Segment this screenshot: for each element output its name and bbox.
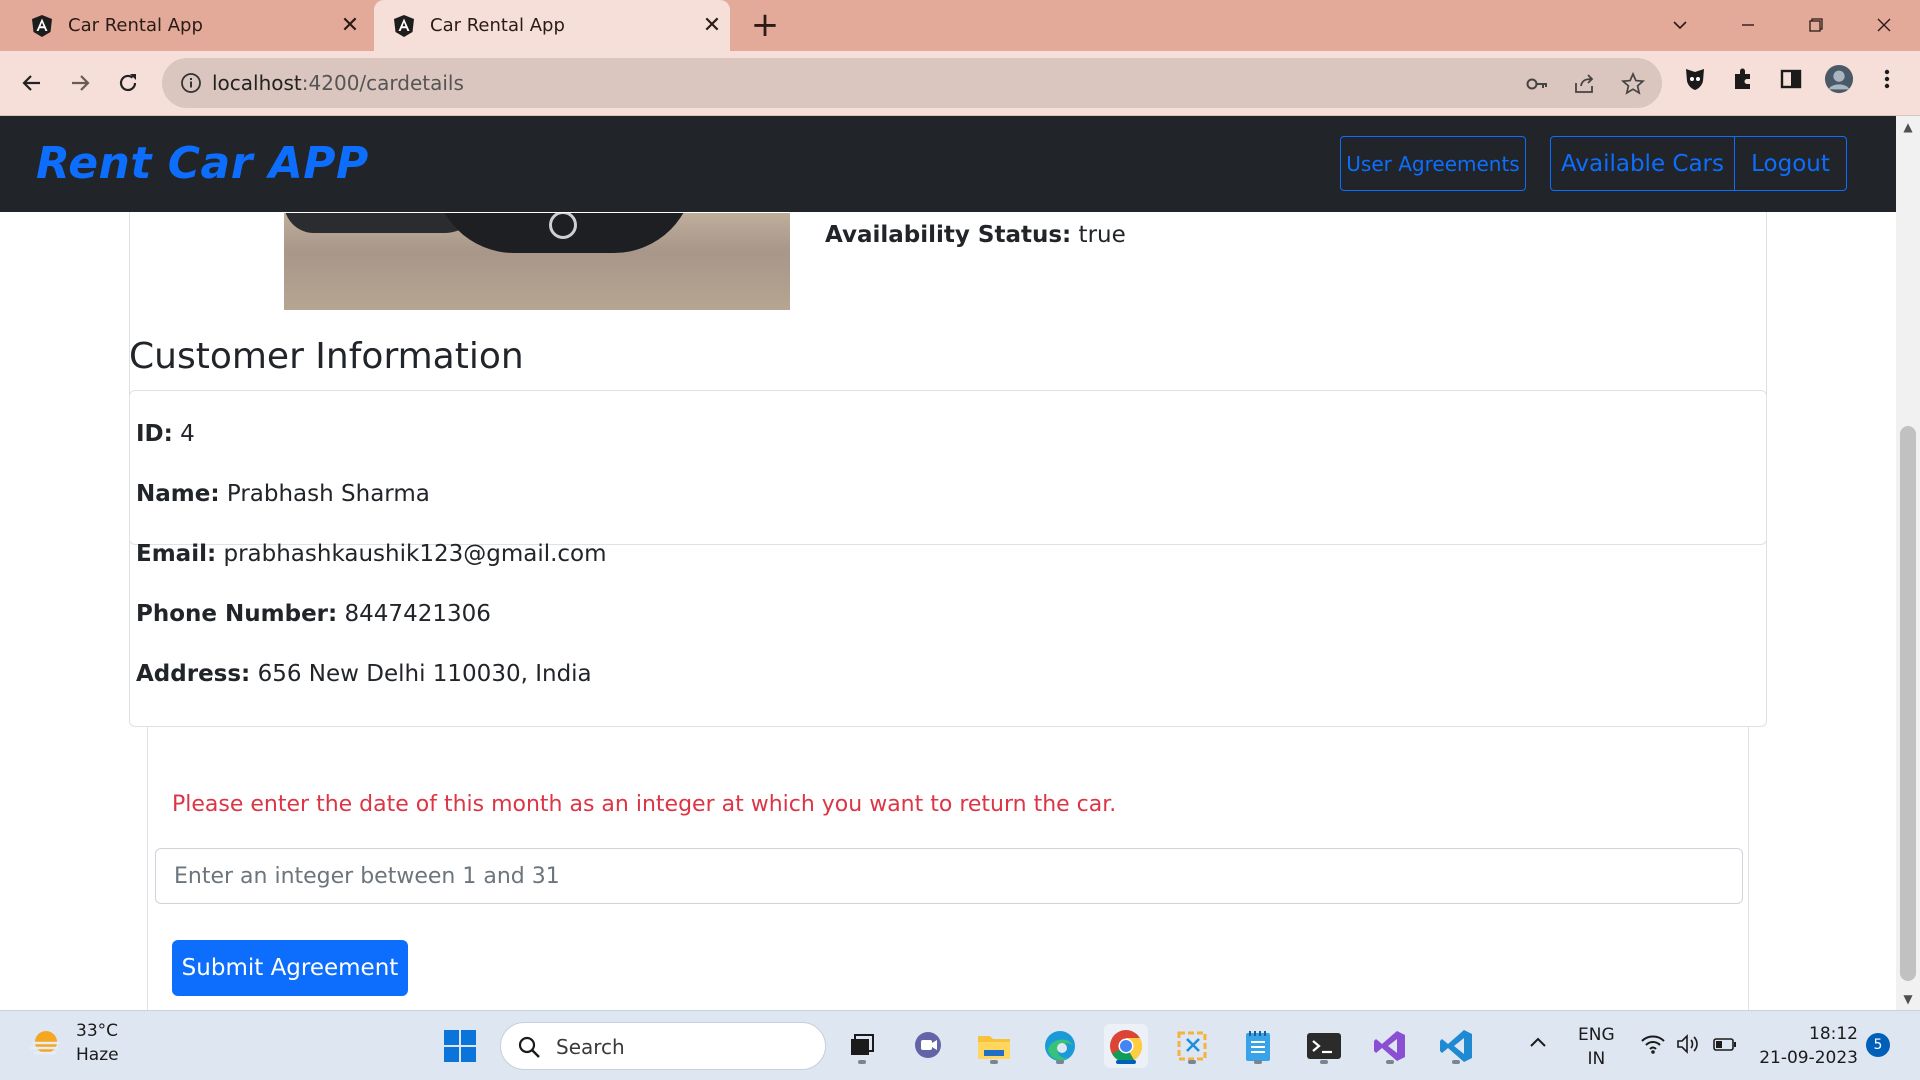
- language-indicator[interactable]: ENG IN: [1578, 1023, 1615, 1071]
- search-label: Search: [556, 1035, 625, 1059]
- task-view-icon[interactable]: [840, 1024, 884, 1068]
- browser-tab[interactable]: Car Rental App ✕: [12, 0, 368, 51]
- new-tab-icon[interactable]: +: [745, 6, 785, 46]
- extensions-puzzle-icon[interactable]: [1728, 64, 1758, 94]
- return-date-instruction: Please enter the date of this month as a…: [172, 792, 1117, 817]
- close-tab-icon[interactable]: ✕: [332, 13, 368, 38]
- weather-temperature[interactable]: 33°C: [76, 1021, 118, 1041]
- bookmark-star-icon[interactable]: [1620, 71, 1646, 97]
- key-icon[interactable]: [1524, 71, 1550, 97]
- address-bar[interactable]: localhost:4200/cardetails: [162, 58, 1662, 108]
- show-hidden-icons-chevron-icon[interactable]: [1526, 1031, 1550, 1055]
- availability-status: Availability Status: true: [825, 222, 1126, 248]
- submit-agreement-button[interactable]: Submit Agreement: [172, 940, 408, 996]
- angular-icon: [32, 14, 52, 37]
- snipping-tool-icon[interactable]: [1170, 1024, 1214, 1068]
- tab-title: Car Rental App: [68, 15, 203, 36]
- notepad-icon[interactable]: [1236, 1024, 1280, 1068]
- system-clock[interactable]: 18:12 21-09-2023: [1758, 1022, 1858, 1070]
- page-scrollbar[interactable]: ▲ ▼: [1896, 116, 1920, 1010]
- windows-taskbar: 33°C Haze Search ENG IN 18:12 21-09-2023…: [0, 1010, 1920, 1080]
- customer-info-title: Customer Information: [129, 336, 524, 377]
- tab-title: Car Rental App: [430, 15, 565, 36]
- angular-icon: [394, 14, 414, 37]
- share-icon[interactable]: [1572, 71, 1598, 97]
- site-info-icon[interactable]: [180, 72, 202, 94]
- clock-time: 18:12: [1809, 1024, 1858, 1044]
- chrome-browser-icon[interactable]: [1104, 1024, 1148, 1068]
- browser-toolbar: localhost:4200/cardetails: [0, 51, 1920, 116]
- side-panel-icon[interactable]: [1776, 64, 1806, 94]
- haze-weather-icon[interactable]: [26, 1025, 66, 1065]
- availability-value: true: [1078, 222, 1126, 248]
- browser-tab-bar: Car Rental App ✕ Car Rental App ✕ +: [0, 0, 1920, 51]
- return-day-input[interactable]: [155, 848, 1743, 904]
- logout-button[interactable]: Logout: [1735, 137, 1846, 190]
- vscode-icon[interactable]: [1434, 1024, 1478, 1068]
- edge-browser-icon[interactable]: [1038, 1024, 1082, 1068]
- page-content: Availability Status: true Customer Infor…: [0, 212, 1896, 1010]
- reload-icon[interactable]: [108, 63, 148, 103]
- car-image: [284, 213, 790, 310]
- clock-date: 21-09-2023: [1759, 1048, 1858, 1068]
- restore-icon[interactable]: [1788, 8, 1844, 42]
- wifi-icon[interactable]: [1640, 1031, 1666, 1057]
- teams-chat-icon[interactable]: [906, 1024, 950, 1068]
- app-brand[interactable]: Rent Car APP: [36, 138, 369, 189]
- scroll-down-arrow-icon[interactable]: ▼: [1896, 988, 1920, 1010]
- available-cars-button[interactable]: Available Cars: [1551, 137, 1735, 190]
- customer-email-field: Email: prabhashkaushik123@gmail.com: [136, 541, 607, 567]
- visual-studio-icon[interactable]: [1368, 1024, 1412, 1068]
- weather-description[interactable]: Haze: [76, 1045, 119, 1065]
- customer-name-field: Name: Prabhash Sharma: [136, 481, 430, 507]
- minimize-icon[interactable]: [1720, 8, 1776, 42]
- extension-shield-icon[interactable]: [1680, 64, 1710, 94]
- scrollbar-thumb[interactable]: [1900, 426, 1916, 981]
- browser-menu-icon[interactable]: [1872, 64, 1902, 94]
- start-windows-icon[interactable]: [438, 1024, 482, 1068]
- forward-icon[interactable]: [60, 63, 100, 103]
- search-icon: [518, 1036, 540, 1058]
- profile-avatar[interactable]: [1824, 64, 1854, 94]
- close-tab-icon[interactable]: ✕: [694, 13, 730, 38]
- file-explorer-icon[interactable]: [972, 1024, 1016, 1068]
- close-window-icon[interactable]: [1856, 8, 1912, 42]
- scroll-up-arrow-icon[interactable]: ▲: [1896, 116, 1920, 138]
- customer-id-field: ID: 4: [136, 421, 195, 447]
- nav-button-group: Available Cars Logout: [1550, 136, 1847, 191]
- customer-phone-field: Phone Number: 8447421306: [136, 601, 491, 627]
- customer-info-card: ID: 4 Name: Prabhash Sharma Email: prabh…: [129, 390, 1767, 727]
- back-icon[interactable]: [12, 63, 52, 103]
- battery-icon[interactable]: [1712, 1031, 1738, 1057]
- notification-badge[interactable]: 5: [1866, 1033, 1890, 1057]
- agreement-form: Please enter the date of this month as a…: [147, 727, 1749, 1010]
- terminal-icon[interactable]: [1302, 1024, 1346, 1068]
- browser-tab-active[interactable]: Car Rental App ✕: [374, 0, 730, 51]
- customer-address-field: Address: 656 New Delhi 110030, India: [136, 661, 592, 687]
- tab-search-chevron-icon[interactable]: [1652, 8, 1708, 42]
- volume-icon[interactable]: [1674, 1031, 1700, 1057]
- url-text: localhost:4200/cardetails: [212, 71, 464, 95]
- taskbar-search[interactable]: Search: [500, 1022, 826, 1070]
- user-agreements-button[interactable]: User Agreements: [1340, 136, 1526, 191]
